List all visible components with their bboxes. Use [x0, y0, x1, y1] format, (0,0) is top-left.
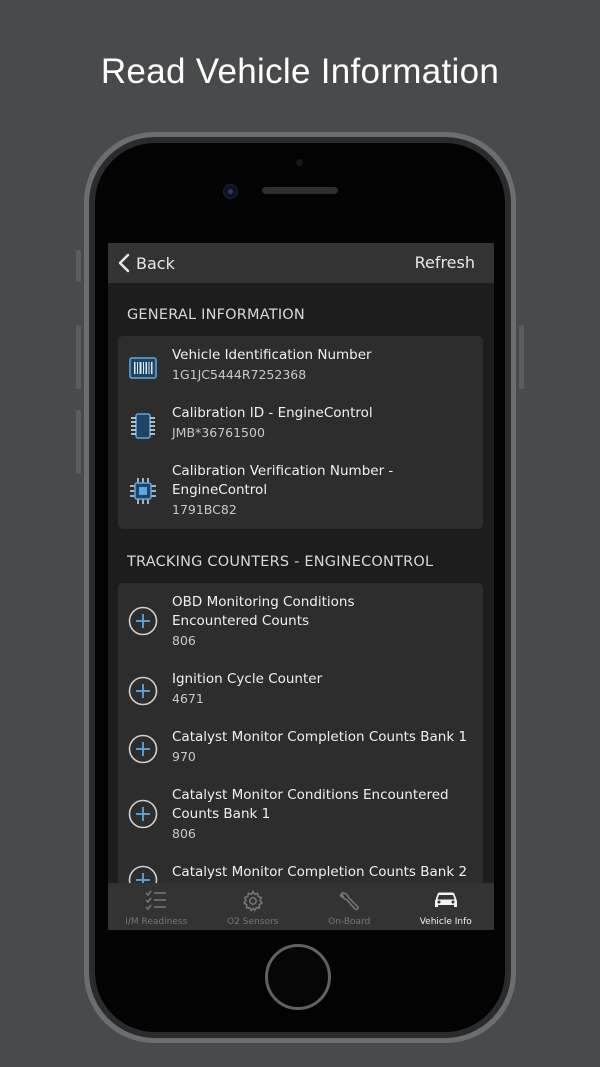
- refresh-button[interactable]: Refresh: [415, 253, 475, 272]
- item-title-line-2: EngineControl: [172, 482, 268, 498]
- tab-label: I/M Readiness: [125, 917, 188, 927]
- item-value: 970: [172, 749, 196, 764]
- general-info-card: Vehicle Identification Number 1G1JC5444R…: [118, 336, 483, 529]
- list-item-ignition-cycle[interactable]: Ignition Cycle Counter 4671: [118, 670, 483, 714]
- volume-down-button: [76, 410, 81, 474]
- item-title-line-1: Calibration Verification Number -: [172, 463, 394, 479]
- tab-label: O2 Sensors: [227, 917, 279, 927]
- barcode-icon: [129, 357, 157, 379]
- chevron-left-icon: [118, 253, 130, 273]
- headline: Read Vehicle Information: [100, 52, 500, 91]
- list-item-text: Calibration Verification Number - Engine…: [172, 462, 477, 519]
- home-button[interactable]: [265, 944, 331, 1010]
- car-icon: [434, 892, 457, 907]
- earpiece-speaker: [262, 187, 338, 194]
- tab-o2-sensors[interactable]: O2 Sensors: [205, 883, 302, 930]
- list-item-text: Ignition Cycle Counter 4671: [172, 670, 477, 708]
- item-value: 806: [172, 633, 196, 648]
- item-value: JMB*36761500: [172, 425, 265, 440]
- proximity-sensor: [296, 159, 303, 166]
- tab-label: On-Board: [328, 917, 371, 927]
- list-item-text: Catalyst Monitor Completion Counts Bank …: [172, 863, 477, 882]
- list-item-catalyst-conditions-bank-1[interactable]: Catalyst Monitor Conditions Encountered …: [118, 786, 483, 846]
- navigation-bar: Back Refresh: [108, 243, 494, 283]
- plus-circle-icon[interactable]: [128, 799, 158, 829]
- tracking-counters-card: OBD Monitoring Conditions Encountered Co…: [118, 583, 483, 903]
- item-title-line-2: Encountered Counts: [172, 613, 310, 629]
- item-title: Catalyst Monitor Completion Counts Bank …: [172, 864, 468, 880]
- gear-icon: [242, 890, 263, 912]
- volume-up-button: [76, 325, 81, 389]
- list-item-obd-monitoring[interactable]: OBD Monitoring Conditions Encountered Co…: [118, 593, 483, 653]
- section-header-tracking: TRACKING COUNTERS - ENGINECONTROL: [127, 554, 434, 570]
- tab-on-board[interactable]: On-Board: [301, 883, 398, 930]
- wrench-icon: [339, 891, 359, 911]
- chip-icon: [131, 413, 155, 439]
- item-value: 4671: [172, 691, 204, 706]
- tab-im-readiness[interactable]: I/M Readiness: [108, 883, 205, 930]
- back-button[interactable]: Back: [118, 251, 175, 275]
- list-item-text: Catalyst Monitor Conditions Encountered …: [172, 786, 477, 843]
- tab-bar: I/M Readiness O2 Sensors On-Board Vehicl…: [108, 883, 494, 930]
- item-title-line-2: Counts Bank 1: [172, 806, 271, 822]
- list-item-catalyst-completion-bank-1[interactable]: Catalyst Monitor Completion Counts Bank …: [118, 728, 483, 772]
- tab-vehicle-info[interactable]: Vehicle Info: [398, 883, 495, 930]
- list-item-vin[interactable]: Vehicle Identification Number 1G1JC5444R…: [118, 346, 483, 390]
- list-item-calibration-id[interactable]: Calibration ID - EngineControl JMB*36761…: [118, 404, 483, 448]
- item-title-line-1: OBD Monitoring Conditions: [172, 594, 355, 610]
- plus-circle-icon[interactable]: [128, 606, 158, 636]
- item-title-line-1: Catalyst Monitor Conditions Encountered: [172, 787, 449, 803]
- plus-circle-icon[interactable]: [128, 676, 158, 706]
- item-title: Ignition Cycle Counter: [172, 671, 323, 687]
- list-item-text: Calibration ID - EngineControl JMB*36761…: [172, 404, 477, 442]
- list-item-text: Vehicle Identification Number 1G1JC5444R…: [172, 346, 477, 384]
- back-label: Back: [136, 253, 175, 273]
- front-camera: [223, 184, 238, 199]
- app-screen: Back Refresh GENERAL INFORMATION Vehicle…: [108, 243, 494, 930]
- plus-circle-icon[interactable]: [128, 734, 158, 764]
- mute-switch: [76, 250, 81, 282]
- section-header-general: GENERAL INFORMATION: [127, 307, 305, 323]
- tab-label: Vehicle Info: [419, 917, 472, 927]
- item-title: Vehicle Identification Number: [172, 347, 372, 363]
- item-value: 1791BC82: [172, 502, 237, 517]
- item-value: 1G1JC5444R7252368: [172, 367, 307, 382]
- item-title: Catalyst Monitor Completion Counts Bank …: [172, 729, 468, 745]
- list-item-cvn[interactable]: Calibration Verification Number - Engine…: [118, 462, 483, 522]
- item-title: Calibration ID - EngineControl: [172, 405, 373, 421]
- list-item-text: Catalyst Monitor Completion Counts Bank …: [172, 728, 477, 766]
- power-button: [519, 325, 524, 389]
- item-value: 806: [172, 826, 196, 841]
- checklist-icon: [145, 890, 167, 910]
- processor-icon: [130, 478, 156, 504]
- list-item-text: OBD Monitoring Conditions Encountered Co…: [172, 593, 477, 650]
